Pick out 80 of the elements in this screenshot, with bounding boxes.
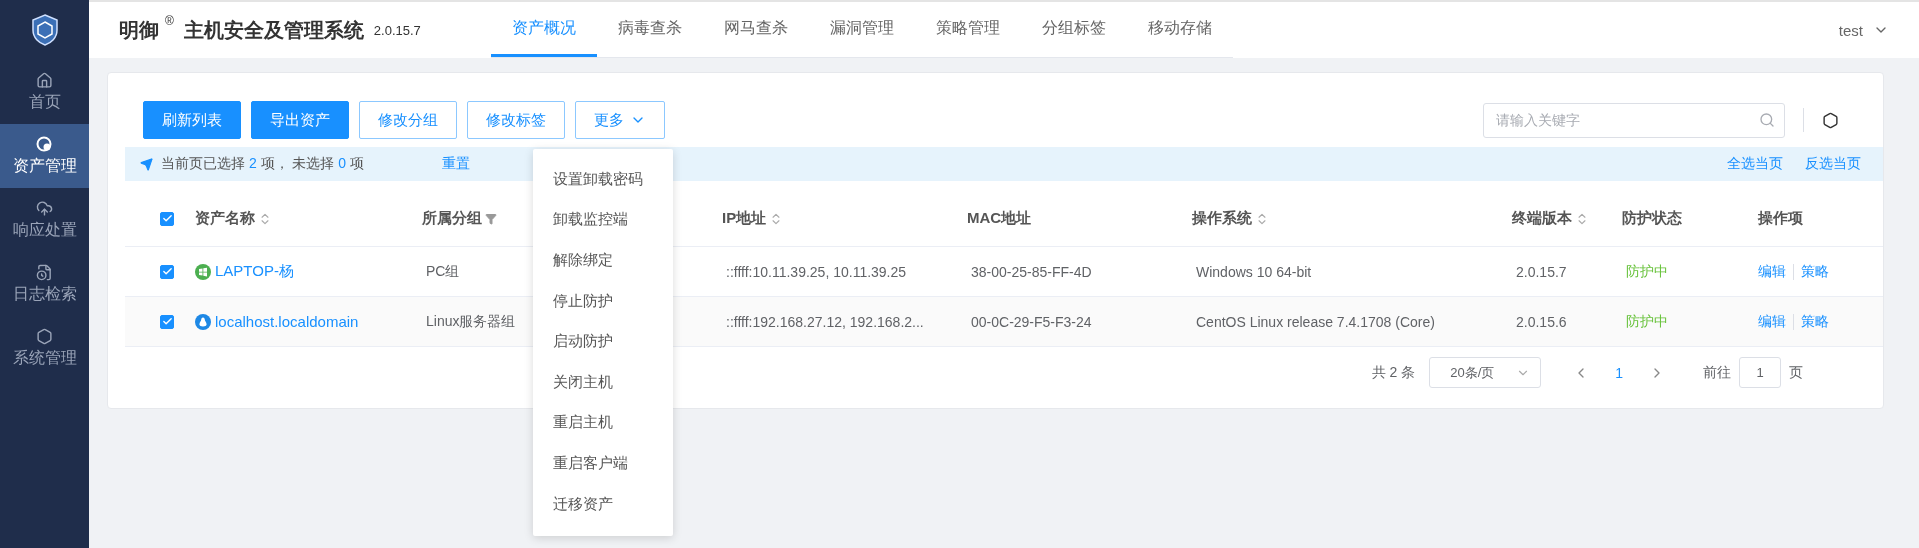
- menu-item[interactable]: 迁移资产: [533, 483, 673, 525]
- action-link[interactable]: 编辑: [1758, 262, 1786, 281]
- row-checkbox[interactable]: [160, 264, 174, 279]
- nav-tab[interactable]: 漏洞管理: [808, 2, 915, 57]
- menu-item[interactable]: 设置卸载密码: [533, 159, 673, 200]
- page-size-select[interactable]: 20条/页: [1429, 357, 1542, 388]
- table-cell-text: 2.0.15.7: [1515, 263, 1567, 280]
- menu-item[interactable]: 卸载监控端: [533, 199, 673, 241]
- filter-icon: [485, 212, 497, 225]
- column-header: MAC地址: [967, 209, 1032, 228]
- nav-tab[interactable]: 策略管理: [914, 2, 1021, 57]
- sidebar-icon: [36, 327, 53, 345]
- sidebar-item[interactable]: 日志检索: [0, 252, 89, 316]
- table-cell-text: 00-0C-29-F5-F3-24: [970, 313, 1092, 330]
- settings-icon[interactable]: [1822, 111, 1839, 129]
- menu-item[interactable]: 停止防护: [533, 280, 673, 322]
- penguin-icon: [195, 313, 211, 330]
- column-header: 操作项: [1758, 209, 1803, 228]
- column-header[interactable]: 资产名称: [195, 209, 272, 228]
- action-link[interactable]: 策略: [1801, 262, 1829, 281]
- product-title: 主机安全及管理系统: [183, 17, 364, 43]
- sidebar-icon: [36, 263, 53, 281]
- search-field[interactable]: 请输入关键字: [1483, 102, 1785, 138]
- nav-tab[interactable]: 移动存储: [1126, 2, 1233, 57]
- toolbar-button[interactable]: 修改分组: [359, 101, 457, 139]
- status-text: 防护中: [1625, 312, 1668, 331]
- version-label: 2.0.15.7: [373, 22, 421, 38]
- action-link[interactable]: 编辑: [1758, 312, 1786, 331]
- sidebar-item[interactable]: 响应处置: [0, 188, 89, 252]
- toolbar-button[interactable]: 刷新列表: [143, 101, 241, 139]
- column-header: 防护状态: [1622, 209, 1682, 228]
- brand-name: 明御: [119, 17, 159, 43]
- column-header[interactable]: 操作系统: [1192, 209, 1269, 228]
- table-cell-text: Linux服务器组: [425, 312, 516, 331]
- more-dropdown-button[interactable]: 更多: [575, 101, 665, 139]
- menu-item[interactable]: 重启主机: [533, 402, 673, 444]
- sidebar-icon: [36, 71, 53, 89]
- column-header[interactable]: IP地址: [722, 209, 784, 228]
- total-count: 共 2 条: [1371, 363, 1416, 382]
- menu-item[interactable]: 重启客户端: [533, 443, 673, 484]
- search-icon: [1759, 111, 1775, 128]
- sidebar-icon: [36, 199, 53, 217]
- column-header[interactable]: 所属分组: [422, 209, 497, 228]
- nav-tab[interactable]: 分组标签: [1020, 2, 1127, 57]
- sidebar-item[interactable]: 资产管理: [0, 124, 89, 188]
- goto-label: 前往: [1703, 363, 1731, 382]
- status-text: 防护中: [1625, 262, 1668, 281]
- table-cell-text: ::ffff:192.168.27.12, 192.168.2...: [725, 313, 924, 330]
- action-link[interactable]: 策略: [1801, 312, 1829, 331]
- table-cell-text: 2.0.15.6: [1515, 313, 1567, 330]
- table-cell-text: PC组: [425, 262, 460, 281]
- registered-mark: ®: [165, 14, 174, 28]
- menu-item[interactable]: 启动防护: [533, 321, 673, 362]
- toolbar-button[interactable]: 导出资产: [251, 101, 349, 139]
- asset-name-link[interactable]: LAPTOP-杨: [215, 262, 294, 281]
- page-number[interactable]: 1: [1603, 364, 1635, 381]
- nav-tab[interactable]: 网马查杀: [702, 2, 809, 57]
- table-cell-text: CentOS Linux release 7.4.1708 (Core): [1195, 313, 1435, 330]
- page-suffix: 页: [1789, 363, 1803, 382]
- goto-page-field[interactable]: 1: [1739, 357, 1781, 388]
- shield-logo-icon: [30, 14, 59, 46]
- nav-tab[interactable]: 病毒查杀: [596, 2, 703, 57]
- windows-logo-icon: [195, 263, 211, 280]
- send-icon: [140, 157, 153, 171]
- table-cell-text: Windows 10 64-bit: [1195, 263, 1312, 280]
- toolbar-button[interactable]: 修改标签: [467, 101, 565, 139]
- nav-tab[interactable]: 资产概况: [490, 2, 597, 57]
- column-header[interactable]: 终端版本: [1512, 209, 1589, 228]
- sidebar-item[interactable]: 首页: [0, 60, 89, 124]
- user-menu[interactable]: test: [1838, 21, 1889, 39]
- menu-item[interactable]: 关闭主机: [533, 361, 673, 403]
- selection-summary: 当前页已选择 2 项， 未选择 0 项: [161, 155, 365, 173]
- select-all-checkbox[interactable]: [160, 211, 174, 226]
- asset-icon: [36, 135, 53, 153]
- sidebar-item[interactable]: 系统管理: [0, 316, 89, 380]
- table-cell-text: 38-00-25-85-FF-4D: [970, 263, 1092, 280]
- menu-item[interactable]: 解除绑定: [533, 240, 673, 281]
- row-checkbox[interactable]: [160, 314, 174, 329]
- table-cell-text: ::ffff:10.11.39.25, 10.11.39.25: [725, 263, 907, 280]
- asset-name-link[interactable]: localhost.localdomain: [215, 313, 359, 330]
